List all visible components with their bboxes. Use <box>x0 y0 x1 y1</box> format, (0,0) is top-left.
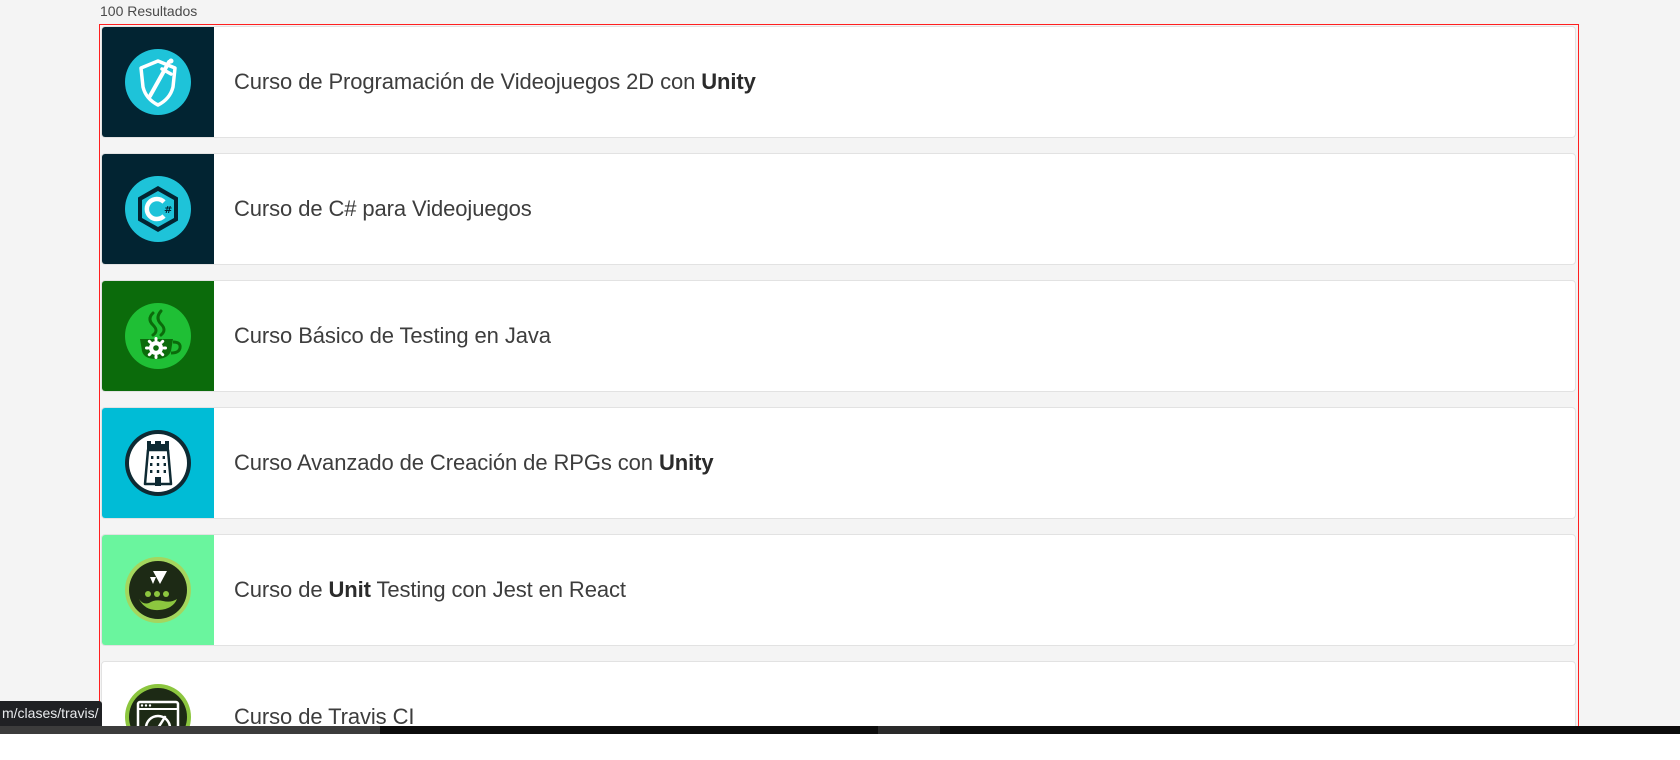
course-card-unity-2d[interactable]: Curso de Programación de Videojuegos 2D … <box>101 26 1576 138</box>
tower-icon <box>125 430 191 496</box>
horizontal-scrollbar[interactable] <box>0 726 1680 734</box>
status-bar-url: m/clases/travis/ <box>0 701 103 726</box>
course-title: Curso de Unit Testing con Jest en React <box>234 577 626 602</box>
course-card-jest-react[interactable]: Curso de Unit Testing con Jest en React <box>101 534 1576 646</box>
course-list: Curso de Programación de Videojuegos 2D … <box>101 26 1576 733</box>
course-thumb <box>102 662 214 733</box>
java-cup-gear-icon <box>125 303 191 369</box>
course-title: Curso de C# para Videojuegos <box>234 196 532 221</box>
results-count: 100 Resultados <box>100 3 198 19</box>
blank-area <box>0 734 1680 760</box>
results-list-frame: Curso de Programación de Videojuegos 2D … <box>99 24 1579 734</box>
course-title: Curso Básico de Testing en Java <box>234 323 551 348</box>
jest-icon <box>125 557 191 623</box>
course-card-testing-java[interactable]: Curso Básico de Testing en Java <box>101 280 1576 392</box>
shield-sword-icon <box>125 49 191 115</box>
course-thumb <box>102 408 214 518</box>
course-card-rpg-unity[interactable]: Curso Avanzado de Creación de RPGs con U… <box>101 407 1576 519</box>
csharp-icon: # <box>125 176 191 242</box>
course-thumb <box>102 535 214 645</box>
course-title: Curso Avanzado de Creación de RPGs con U… <box>234 450 714 475</box>
course-thumb: # <box>102 154 214 264</box>
scrollbar-thumb[interactable] <box>878 726 940 734</box>
scrollbar-track-segment <box>0 726 380 734</box>
course-title: Curso de Programación de Videojuegos 2D … <box>234 69 756 94</box>
course-thumb <box>102 281 214 391</box>
course-card-csharp[interactable]: # Curso de C# para Videojuegos <box>101 153 1576 265</box>
svg-text:#: # <box>164 205 172 216</box>
course-thumb <box>102 27 214 137</box>
course-card-travis-ci[interactable]: Curso de Travis CI <box>101 661 1576 733</box>
